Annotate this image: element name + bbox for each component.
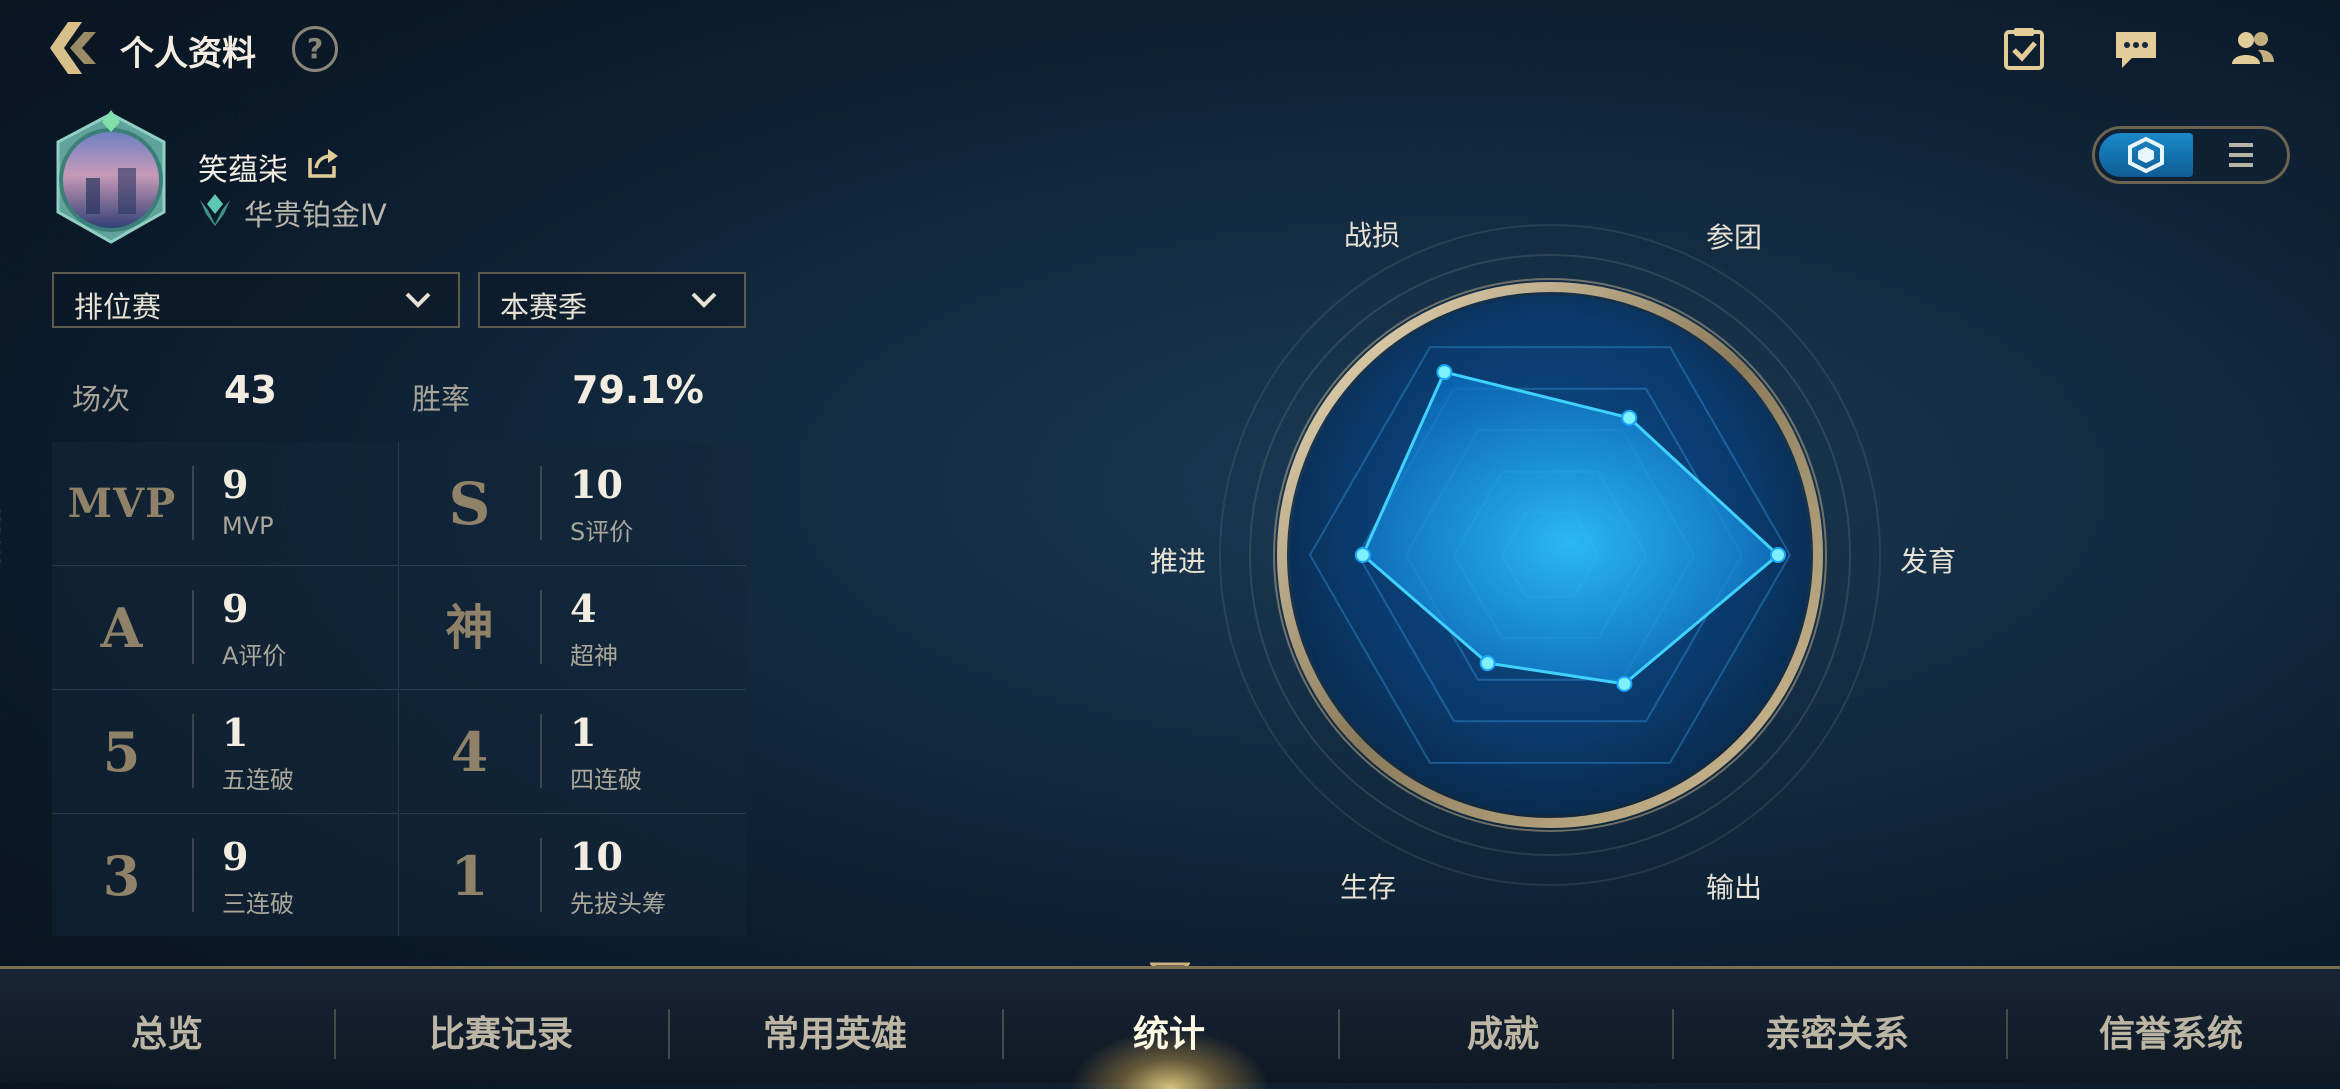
tab-overview[interactable]: 总览 — [0, 1005, 334, 1057]
stat-label: 先拔头筹 — [570, 890, 666, 918]
games-label: 场次 — [72, 382, 131, 416]
tab-statistics[interactable]: 统计 — [1002, 1005, 1336, 1057]
mode-dropdown-label: 排位赛 — [74, 290, 162, 324]
mvp-emblem-icon: MVP — [67, 480, 177, 527]
radar-point-4 — [1354, 547, 1371, 563]
hexagon-icon — [2128, 136, 2164, 174]
stat-value: 9 — [222, 834, 249, 879]
list-icon — [2229, 143, 2253, 167]
radar-point-1 — [1770, 547, 1786, 563]
tab-credit-system[interactable]: 信誉系统 — [2004, 1005, 2338, 1057]
radar-point-5 — [1436, 364, 1453, 381]
rank-text: 华贵铂金Ⅳ — [244, 198, 387, 232]
back-arrow-icon — [50, 22, 96, 74]
season-dropdown-label: 本赛季 — [500, 290, 588, 324]
mode-dropdown[interactable]: 排位赛 — [52, 272, 460, 328]
chevron-down-icon — [691, 292, 717, 308]
stat-legendary: 神 4 超神 — [400, 566, 746, 690]
chevron-down-icon — [405, 292, 431, 308]
radar-point-0 — [1621, 409, 1638, 426]
help-button[interactable]: ? — [292, 26, 338, 72]
stat-s-rating: S 10 S评价 — [400, 442, 746, 566]
stat-label: 超神 — [570, 642, 618, 670]
task-icon[interactable] — [2000, 26, 2048, 72]
tab-match-history[interactable]: 比赛记录 — [334, 1005, 668, 1057]
chat-icon[interactable] — [2112, 26, 2160, 72]
stat-value: 9 — [222, 462, 249, 507]
stat-mvp: MVP 9 MVP — [52, 442, 398, 566]
stat-first-blood: 1 10 先拔头筹 — [400, 814, 746, 937]
stat-quadra-kill: 4 1 四连破 — [400, 690, 746, 814]
first-blood-emblem-icon: 1 — [450, 844, 490, 908]
winrate-value: 79.1% — [572, 368, 704, 412]
axis-label-kda: 战损 — [1344, 219, 1401, 252]
stat-label: A评价 — [222, 642, 287, 670]
stats-panel: MVP 9 MVP S 10 S评价 A 9 A评价 神 4 超神 5 1 五连… — [52, 442, 746, 936]
stat-triple-kill: 3 9 三连破 — [52, 814, 398, 937]
axis-label-survival: 生存 — [1340, 871, 1397, 904]
tab-achievements[interactable]: 成就 — [1336, 1005, 1670, 1057]
a-emblem-icon: A — [100, 596, 144, 660]
radar-chart — [1100, 170, 2000, 930]
axis-label-farming: 发育 — [1900, 545, 1957, 578]
tab-intimacy[interactable]: 亲密关系 — [1670, 1005, 2004, 1057]
season-dropdown[interactable]: 本赛季 — [478, 272, 746, 328]
triple-emblem-icon: 3 — [102, 844, 142, 908]
stat-label: S评价 — [570, 518, 634, 546]
tab-common-heroes[interactable]: 常用英雄 — [668, 1005, 1002, 1057]
column-divider — [398, 442, 399, 936]
view-toggle[interactable] — [2092, 126, 2290, 184]
legendary-emblem-icon: 神 — [445, 600, 495, 656]
stat-value: 4 — [570, 586, 597, 631]
share-button[interactable] — [306, 146, 340, 180]
axis-label-damage: 输出 — [1706, 871, 1763, 904]
stat-label: 五连破 — [222, 766, 294, 794]
list-view-button[interactable] — [2195, 133, 2285, 177]
radar-view-button[interactable] — [2099, 133, 2193, 177]
stat-a-rating: A 9 A评价 — [52, 566, 398, 690]
radar-point-2 — [1616, 675, 1633, 692]
axis-label-teamfight: 参团 — [1706, 221, 1763, 254]
stat-penta-kill: 5 1 五连破 — [52, 690, 398, 814]
stat-value: 1 — [222, 710, 249, 755]
share-icon — [308, 149, 338, 178]
side-id-text: 423448 — [0, 505, 4, 567]
games-value: 43 — [224, 368, 277, 412]
stat-label: MVP — [222, 512, 274, 540]
quadra-emblem-icon: 4 — [450, 720, 490, 784]
axis-label-push: 推进 — [1150, 545, 1207, 578]
winrate-label: 胜率 — [412, 382, 471, 416]
stat-label: 四连破 — [570, 766, 642, 794]
rank-badge-icon — [196, 190, 234, 228]
stat-value: 10 — [570, 834, 623, 879]
penta-emblem-icon: 5 — [102, 720, 142, 784]
stat-value: 9 — [222, 586, 249, 631]
bottom-nav: 总览 比赛记录 常用英雄 统计 成就 亲密关系 信誉系统 — [0, 966, 2340, 1089]
friends-icon[interactable] — [2228, 26, 2276, 72]
radar-point-3 — [1479, 655, 1496, 672]
nickname: 笑蕴柒 — [198, 153, 288, 188]
stat-value: 1 — [570, 710, 597, 755]
page-title: 个人资料 — [120, 34, 256, 74]
s-emblem-icon: S — [448, 470, 492, 538]
stat-value: 10 — [570, 462, 623, 507]
back-button[interactable] — [46, 18, 106, 78]
avatar[interactable] — [46, 108, 176, 248]
stat-label: 三连破 — [222, 890, 294, 918]
